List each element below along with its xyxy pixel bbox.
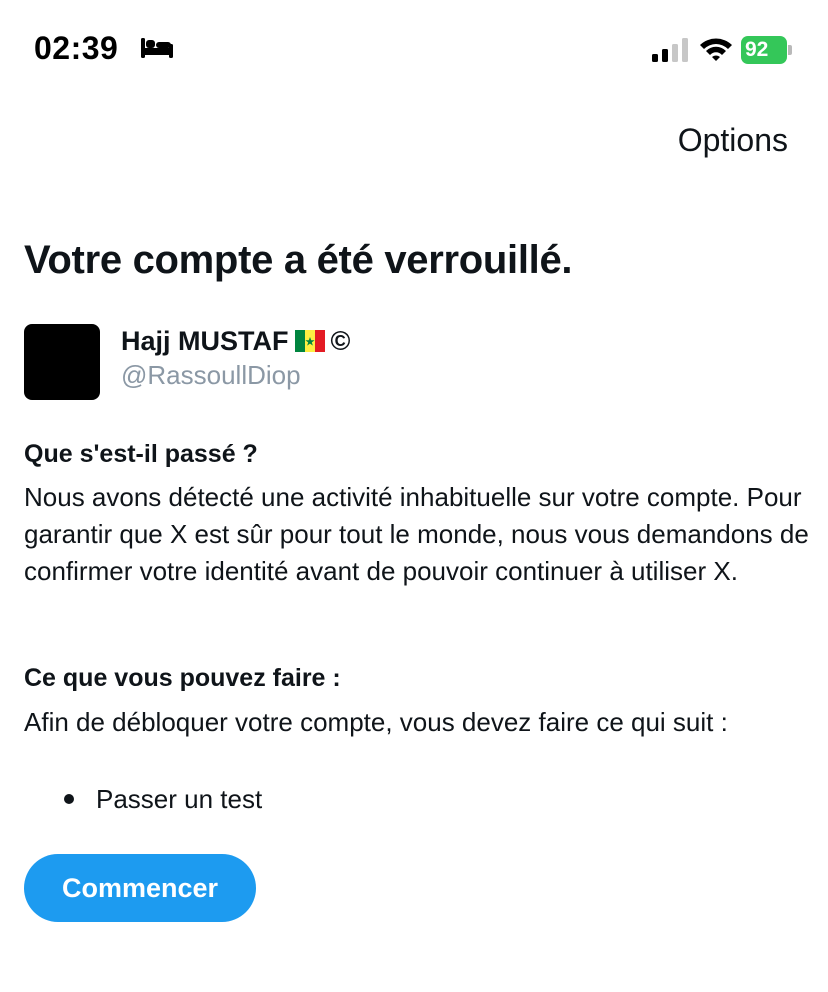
status-bar: 02:39 92 — [0, 0, 828, 96]
battery-body: 92 — [741, 36, 787, 64]
user-handle: @RassoullDiop — [121, 360, 301, 390]
user-name-row: Hajj MUSTAF © — [121, 322, 350, 360]
battery-level: 92 — [745, 38, 769, 61]
what-happened-heading: Que s'est-il passé ? — [24, 440, 258, 468]
list-item: Passer un test — [24, 780, 262, 818]
battery-icon: 92 — [741, 36, 792, 64]
options-button[interactable]: Options — [678, 122, 788, 159]
battery-tip — [788, 45, 792, 55]
bullet-dot — [64, 794, 74, 804]
steps-list: Passer un test — [24, 780, 262, 818]
what-to-do-body: Afin de débloquer votre compte, vous dev… — [24, 707, 728, 737]
copyright-icon: © — [330, 325, 351, 356]
status-time: 02:39 — [34, 30, 119, 66]
signal-icon — [652, 38, 688, 62]
senegal-flag-icon — [294, 330, 325, 352]
bed-icon — [141, 38, 173, 58]
step-label: Passer un test — [96, 783, 263, 814]
what-happened-body: Nous avons détecté une activité inhabitu… — [24, 482, 809, 586]
avatar[interactable] — [24, 324, 100, 400]
start-button[interactable]: Commencer — [24, 854, 256, 922]
user-name: Hajj MUSTAF — [121, 325, 289, 356]
wifi-icon — [700, 38, 732, 61]
what-to-do-heading: Ce que vous pouvez faire : — [24, 664, 341, 692]
page-title: Votre compte a été verrouillé. — [24, 238, 573, 282]
